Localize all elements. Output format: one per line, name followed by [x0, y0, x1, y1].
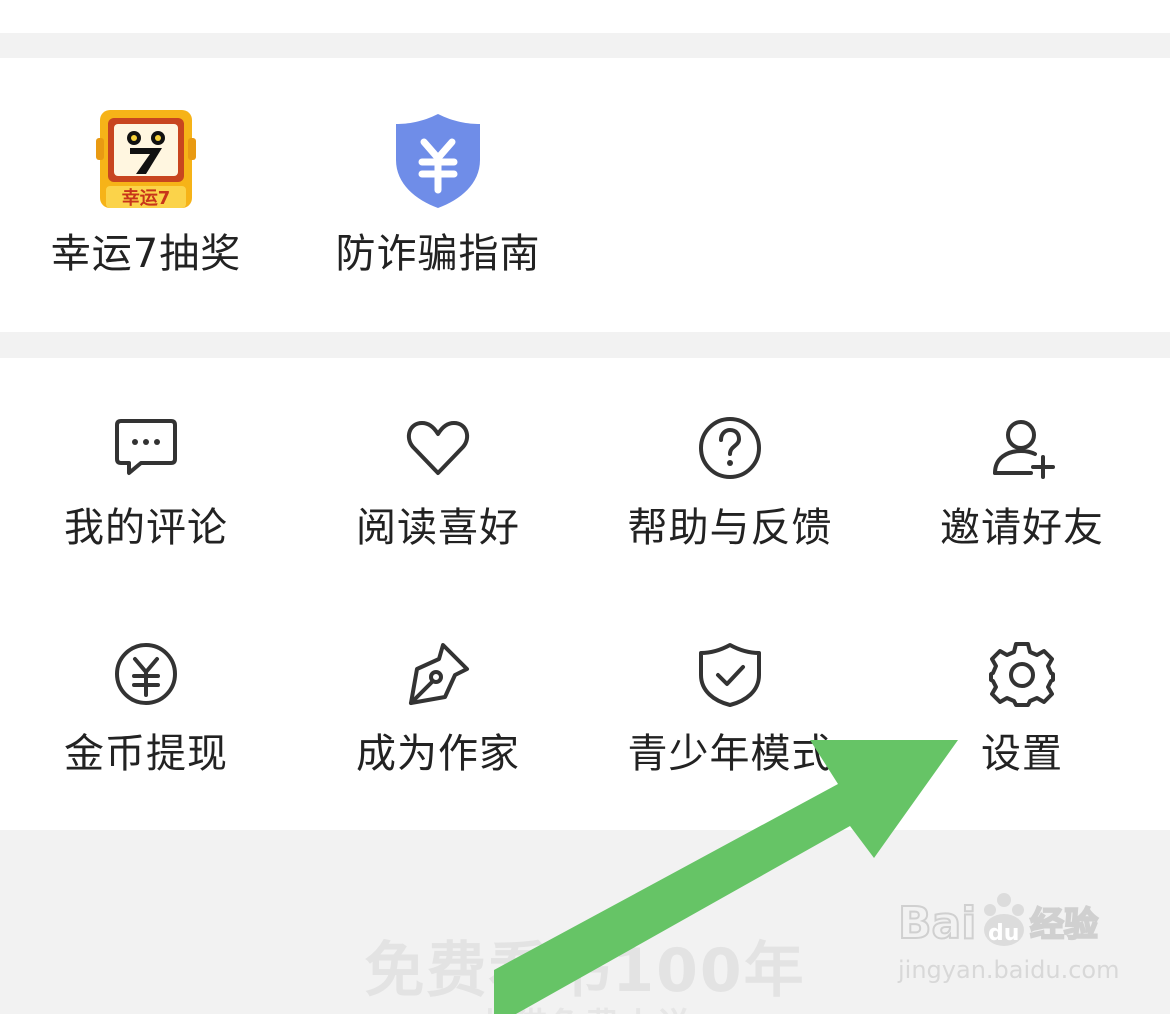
- menu-item-settings[interactable]: 设置: [876, 584, 1168, 804]
- help-icon: [699, 417, 761, 479]
- lucky-seven-badge-text: 幸运7: [121, 188, 171, 209]
- promo-card: 幸运7 幸运7抽奖 防诈骗指南: [0, 58, 1170, 332]
- coin-withdraw-icon: [115, 643, 177, 705]
- menu-item-reading-preference[interactable]: 阅读喜好: [292, 358, 584, 578]
- anti-fraud-guide-entry[interactable]: 防诈骗指南: [292, 58, 584, 332]
- baidu-watermark: Bai du 经验 jingyan.baidu.com: [896, 882, 1119, 992]
- menu-item-become-writer[interactable]: 成为作家: [292, 584, 584, 804]
- svg-text:du: du: [988, 921, 1019, 946]
- menu-item-invite-friends[interactable]: 邀请好友: [876, 358, 1168, 578]
- lucky-seven-entry[interactable]: 幸运7 幸运7抽奖: [0, 58, 292, 332]
- screen: 幸运7 幸运7抽奖 防诈骗指南 我的评论 阅读喜好 帮助与反馈 邀请好友 金币提…: [0, 0, 1170, 1014]
- menu-label: 邀请好友: [940, 505, 1104, 551]
- menu-label: 设置: [981, 731, 1063, 777]
- svg-text:Bai: Bai: [898, 898, 976, 949]
- gear-icon: [989, 642, 1055, 707]
- menu-label: 我的评论: [64, 505, 228, 551]
- menu-label: 金币提现: [64, 731, 228, 777]
- pen-icon: [409, 643, 469, 705]
- menu-label: 帮助与反馈: [627, 505, 833, 551]
- menu-item-my-comments[interactable]: 我的评论: [0, 358, 292, 578]
- menu-label: 青少年模式: [627, 731, 833, 777]
- anti-fraud-shield-icon: [396, 114, 480, 208]
- heart-icon: [406, 421, 470, 475]
- menu-grid-card: 我的评论 阅读喜好 帮助与反馈 邀请好友 金币提现 成为作家 青少年模式 设置: [0, 358, 1170, 830]
- menu-item-coin-withdraw[interactable]: 金币提现: [0, 584, 292, 804]
- comment-icon: [115, 419, 177, 475]
- watermark-url: jingyan.baidu.com: [898, 956, 1120, 984]
- footer-subtitle: 七猫免费小说: [0, 998, 1170, 1014]
- add-user-icon: [993, 420, 1055, 479]
- shield-check-icon: [699, 643, 761, 707]
- menu-label: 成为作家: [356, 731, 520, 777]
- menu-label: 阅读喜好: [356, 505, 520, 551]
- menu-item-help-feedback[interactable]: 帮助与反馈: [584, 358, 876, 578]
- anti-fraud-guide-label: 防诈骗指南: [335, 231, 541, 277]
- svg-text:经验: 经验: [1030, 905, 1098, 945]
- baidu-paw-icon: Bai du 经验: [897, 893, 1099, 950]
- top-card: [0, 0, 1170, 33]
- lucky-seven-label: 幸运7抽奖: [50, 231, 242, 277]
- menu-item-youth-mode[interactable]: 青少年模式: [584, 584, 876, 804]
